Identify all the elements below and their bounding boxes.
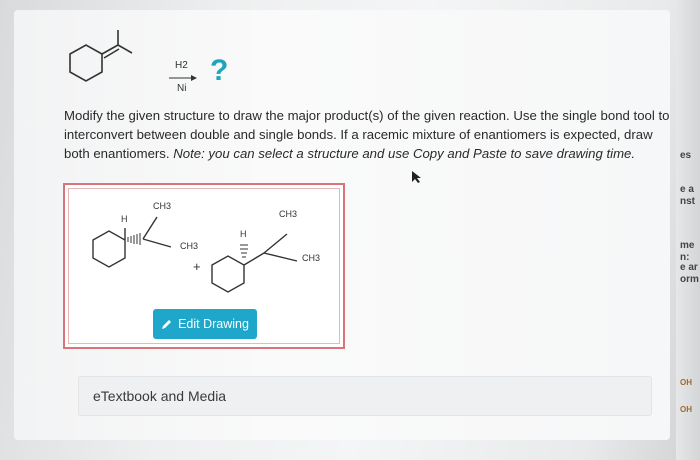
left-cyclohexane-ring bbox=[92, 230, 126, 268]
etextbook-label: eTextbook and Media bbox=[93, 388, 227, 404]
adjacent-panel-edge: es e a nst me n: e ar orm OH OH bbox=[676, 0, 700, 460]
right-ch3-right-label: CH3 bbox=[302, 253, 321, 263]
edge-fragment-7: orm bbox=[680, 274, 699, 285]
right-h-label: H bbox=[240, 229, 247, 239]
edit-drawing-button[interactable]: Edit Drawing bbox=[153, 309, 257, 339]
edge-fragment-3: nst bbox=[680, 196, 695, 207]
prompt-note: Note: you can select a structure and use… bbox=[173, 146, 636, 161]
edge-fragment-6: e ar bbox=[680, 262, 698, 273]
left-ch3-bottom-label: CH3 bbox=[180, 241, 199, 251]
drawing-answer-box[interactable]: H CH3 CH3 + H CH3 CH3 Edit Drawing bbox=[63, 183, 345, 349]
pencil-icon bbox=[162, 319, 172, 329]
page-background: H2 Ni ? Modify the given structure to dr… bbox=[0, 0, 700, 460]
reaction-arrow bbox=[169, 75, 197, 81]
question-panel: H2 Ni ? Modify the given structure to dr… bbox=[14, 10, 670, 440]
edge-fragment-2: e a bbox=[680, 184, 694, 195]
plus-sign: + bbox=[193, 259, 201, 274]
edit-drawing-label: Edit Drawing bbox=[178, 317, 249, 331]
left-h-label: H bbox=[121, 214, 128, 224]
edge-fragment-1: es bbox=[680, 150, 692, 161]
right-ch3-top-label: CH3 bbox=[279, 209, 298, 219]
question-prompt: Modify the given structure to draw the m… bbox=[64, 106, 674, 163]
edge-fragment-8: OH bbox=[680, 378, 692, 387]
mouse-cursor-icon bbox=[412, 171, 421, 183]
reagent-h2: H2 bbox=[175, 60, 188, 71]
edge-fragment-4: me bbox=[680, 240, 695, 251]
question-mark: ? bbox=[210, 54, 229, 87]
reagent-ni: Ni bbox=[177, 83, 187, 94]
right-cyclohexane-ring bbox=[211, 255, 245, 293]
edge-fragment-9: OH bbox=[680, 405, 692, 414]
left-ch3-top-label: CH3 bbox=[153, 201, 172, 211]
etextbook-and-media-link[interactable]: eTextbook and Media bbox=[78, 376, 652, 416]
